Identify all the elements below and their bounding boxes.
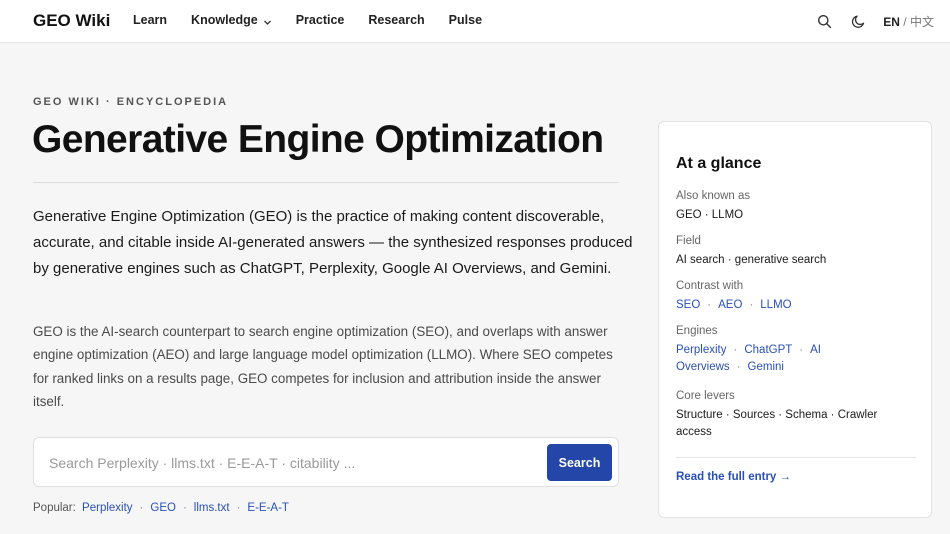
site-logo[interactable]: GEO Wiki — [33, 11, 110, 31]
nav-pulse[interactable]: Pulse — [449, 13, 482, 27]
field-value: Perplexity · ChatGPT · AI Overviews · Gemini — [676, 342, 916, 376]
field-value: AI search · generative search — [676, 254, 827, 266]
search-button[interactable]: Search — [547, 444, 612, 481]
card-title: At a glance — [676, 155, 762, 172]
separator-dot: · — [707, 299, 712, 311]
field-value: Structure · Sources · Schema · Crawler a… — [676, 409, 878, 438]
moon-icon[interactable] — [849, 12, 867, 30]
lead-paragraph: Generative Engine Optimization (GEO) is … — [33, 208, 633, 277]
topbar-actions: EN / 中文 — [815, 12, 934, 30]
field-label: Field — [676, 235, 701, 247]
field-also-known-as: Also known as GEO · LLMO — [676, 188, 916, 224]
field-label: Engines — [676, 325, 718, 337]
field-contrast-with: Contrast with SEO · AEO · LLMO — [676, 278, 916, 314]
separator-dot: · — [139, 502, 144, 514]
card-divider — [676, 457, 916, 458]
separator-dot: · — [749, 299, 754, 311]
body-paragraph: GEO is the AI-search counterpart to sear… — [33, 324, 613, 409]
search-box: Search — [33, 437, 619, 487]
engine-link-chatgpt[interactable]: ChatGPT — [744, 344, 792, 356]
field-core-levers: Core levers Structure · Sources · Schema… — [676, 388, 916, 441]
field-value: GEO · LLMO — [676, 209, 744, 221]
chevron-down-icon — [263, 16, 272, 25]
title-divider — [33, 182, 619, 183]
nav-practice[interactable]: Practice — [296, 13, 345, 27]
popular-label: Popular: — [33, 502, 76, 514]
engine-link-gemini[interactable]: Gemini — [748, 361, 784, 373]
separator-dot: · — [182, 502, 187, 514]
separator-dot: · — [236, 502, 241, 514]
separator-dot: · — [736, 361, 741, 373]
field-field: Field AI search · generative search — [676, 233, 916, 269]
contrast-link-seo[interactable]: SEO — [676, 299, 700, 311]
field-label: Also known as — [676, 190, 751, 202]
engine-link-perplexity[interactable]: Perplexity — [676, 344, 727, 356]
separator-dot: · — [733, 344, 738, 356]
lang-en[interactable]: EN — [883, 15, 900, 29]
language-switcher[interactable]: EN / 中文 — [883, 13, 934, 30]
separator-dot: · — [799, 344, 804, 356]
nav-learn-label: Learn — [133, 13, 168, 27]
contrast-link-aeo[interactable]: AEO — [718, 299, 742, 311]
main-nav: Learn Knowledge Practice Research Pulse — [133, 13, 506, 27]
nav-practice-label: Practice — [295, 13, 345, 27]
lang-separator: / — [899, 14, 910, 29]
nav-research[interactable]: Research — [368, 13, 424, 27]
field-engines: Engines Perplexity · ChatGPT · AI Overviews ·… — [676, 323, 916, 376]
search-icon[interactable] — [815, 12, 833, 30]
field-label: Core levers — [676, 390, 735, 402]
popular-link-perplexity[interactable]: Perplexity — [82, 502, 133, 514]
contrast-link-llmo[interactable]: LLMO — [760, 299, 791, 311]
popular-searches: Popular: Perplexity · GEO · llms.txt · E-E-A-T — [33, 502, 289, 514]
at-a-glance-card: At a glance Also known as GEO · LLMO Fie… — [658, 121, 932, 518]
nav-knowledge-label: Knowledge — [191, 13, 258, 27]
field-value: SEO · AEO · LLMO — [676, 297, 916, 314]
top-navigation-bar: GEO Wiki Learn Knowledge Practice Resear… — [0, 0, 950, 43]
nav-learn[interactable]: Learn — [133, 13, 167, 27]
breadcrumb-eyebrow: GEO WIKI · ENCYCLOPEDIA — [33, 96, 229, 108]
nav-pulse-label: Pulse — [448, 13, 483, 27]
page-title: Generative Engine Optimization — [32, 118, 604, 161]
nav-research-label: Research — [368, 13, 425, 27]
popular-link-geo[interactable]: GEO — [150, 502, 176, 514]
read-full-entry-link[interactable]: Read the full entry → — [676, 471, 791, 483]
nav-knowledge[interactable]: Knowledge — [191, 13, 272, 27]
field-label: Contrast with — [676, 280, 744, 292]
popular-link-eeat[interactable]: E-E-A-T — [247, 502, 289, 514]
search-input[interactable] — [49, 452, 529, 474]
popular-link-llms-txt[interactable]: llms.txt — [194, 502, 230, 514]
lang-zh[interactable]: 中文 — [910, 15, 934, 29]
